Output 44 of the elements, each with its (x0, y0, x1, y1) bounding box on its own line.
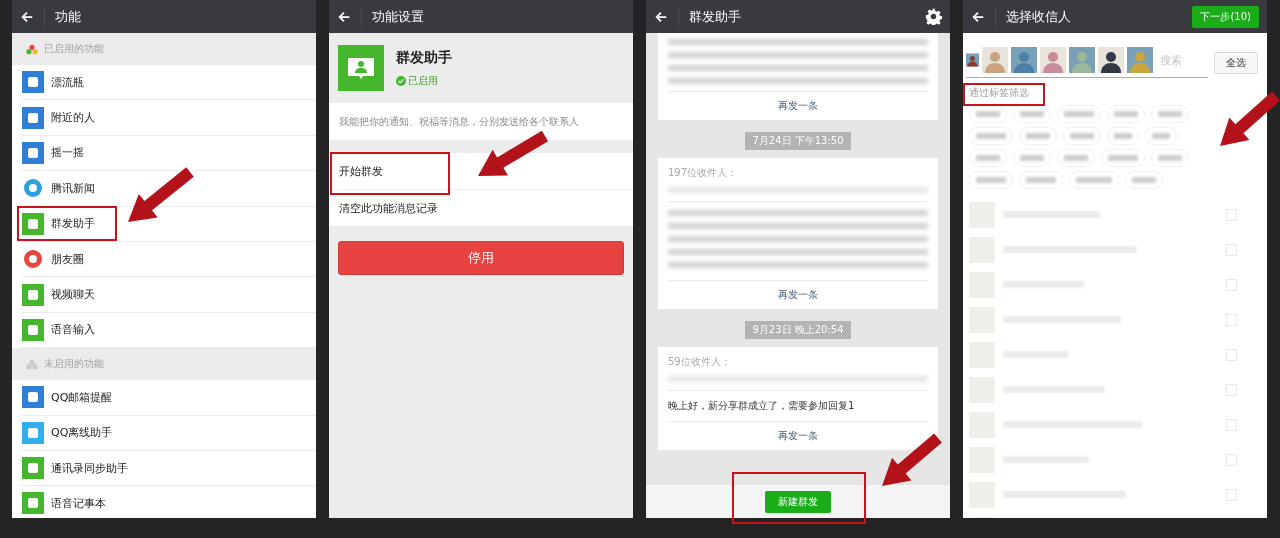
pointer-arrow (882, 433, 942, 486)
disable-button[interactable]: 停用 (338, 241, 624, 275)
app-name: 群发助手 (396, 48, 452, 67)
feature-item[interactable]: QQ邮箱提醒 (22, 384, 113, 411)
screen-title: 选择收信人 (1006, 7, 1072, 26)
action-item[interactable]: 清空此功能消息记录 (339, 200, 438, 216)
feature-item[interactable]: 朋友圈 (22, 246, 84, 273)
feature-item[interactable]: 视频聊天 (22, 281, 95, 308)
section-header: 已启用的功能 (44, 42, 104, 56)
resend-link[interactable]: 再发一条 (778, 281, 818, 309)
back-icon[interactable] (971, 9, 985, 24)
settings-icon[interactable] (925, 8, 942, 25)
timestamp: 7月24日 下午13:50 (745, 132, 851, 150)
feature-item[interactable]: 语音输入 (22, 316, 95, 343)
status-label: 已启用 (408, 73, 438, 88)
feature-item[interactable]: 通讯录同步助手 (22, 455, 128, 482)
pointer-arrow (128, 167, 194, 222)
description-text: 我能把你的通知、祝福等消息，分别发送给各个联系人 (339, 114, 579, 129)
feature-item[interactable]: 腾讯新闻 (22, 175, 95, 202)
screen-title: 功能设置 (372, 7, 425, 26)
select-all-button[interactable]: 全选 (1214, 51, 1258, 74)
back-icon[interactable] (654, 9, 668, 24)
recipient-count: 197位收件人： (668, 166, 739, 180)
pointer-arrow (1220, 91, 1280, 146)
feature-item[interactable]: 语音记事本 (22, 490, 106, 517)
section-header: 未启用的功能 (44, 357, 104, 372)
feature-item[interactable]: QQ离线助手 (22, 419, 113, 446)
screen-title: 群发助手 (689, 7, 742, 26)
filter-label: 通过标签筛选 (969, 86, 1029, 100)
back-icon[interactable] (337, 9, 351, 24)
feature-item[interactable]: 漂流瓶 (22, 69, 84, 96)
feature-item[interactable]: 附近的人 (22, 104, 95, 131)
resend-link[interactable]: 再发一条 (778, 422, 818, 450)
feature-item[interactable]: 摇一摇 (22, 139, 84, 166)
action-item[interactable]: 开始群发 (339, 163, 383, 179)
feature-item[interactable]: 群发助手 (22, 210, 95, 237)
group-chat-icon (338, 45, 384, 91)
pointer-arrow (478, 130, 549, 176)
back-icon[interactable] (20, 9, 34, 24)
screen-title: 功能 (55, 7, 82, 26)
resend-link[interactable]: 再发一条 (778, 92, 818, 120)
recipient-count: 59位收件人： (668, 355, 732, 369)
avatar[interactable] (1098, 47, 1124, 73)
message-text: 晚上好，新分享群成立了，需要参加回复1 (668, 399, 856, 413)
